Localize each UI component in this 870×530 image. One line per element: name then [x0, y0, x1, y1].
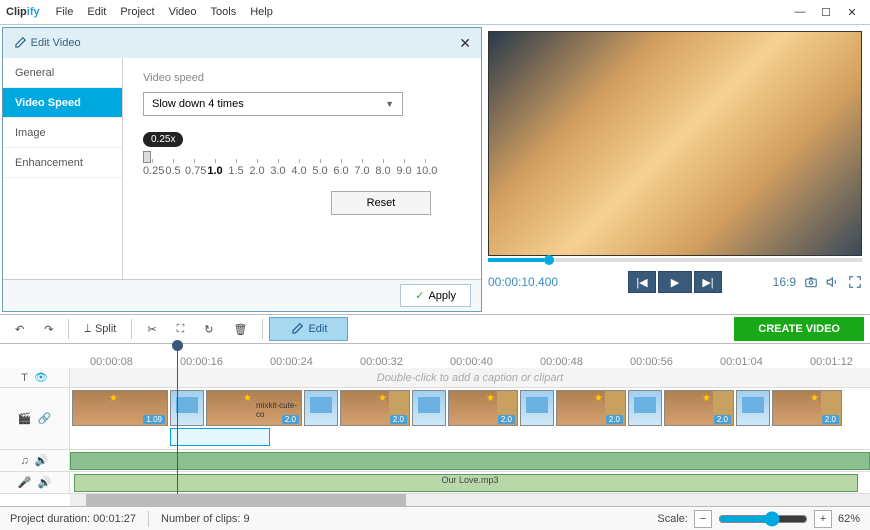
scale-label: Scale:: [657, 513, 688, 525]
transition-5[interactable]: [628, 390, 662, 426]
audio-clip-name: Our Love.mp3: [441, 475, 498, 485]
menu-help[interactable]: Help: [250, 6, 273, 18]
menu-tools[interactable]: Tools: [211, 6, 237, 18]
clips-value: 9: [244, 513, 250, 525]
video-speed-label: Video speed: [143, 72, 461, 84]
crop-button[interactable]: ⛶: [168, 318, 194, 341]
edit-video-panel: Edit Video ✕ General Video Speed Image E…: [2, 27, 482, 312]
audio-track-2: 🎤 🔊 Our Love.mp3: [0, 472, 870, 494]
camera-icon[interactable]: [804, 275, 818, 289]
create-video-button[interactable]: CREATE VIDEO: [734, 317, 864, 341]
text-track-icon: T: [21, 372, 28, 384]
video-track: 🎬 🔗 ★1.09 ★mixkit-cute-co2.0 ★2.0 ★2.0 ★…: [0, 388, 870, 450]
transition-2[interactable]: [304, 390, 338, 426]
next-button[interactable]: ▶|: [694, 271, 722, 293]
transition-6[interactable]: [736, 390, 770, 426]
transition-4[interactable]: [520, 390, 554, 426]
music-track-icon: ♫: [21, 455, 29, 467]
clip-6[interactable]: ★2.0: [664, 390, 734, 426]
check-icon: ✓: [415, 289, 424, 302]
edit-button[interactable]: Edit: [269, 317, 348, 341]
clip-3[interactable]: ★2.0: [340, 390, 410, 426]
maximize-button[interactable]: ☐: [814, 2, 838, 22]
menu-edit[interactable]: Edit: [87, 6, 106, 18]
tab-general[interactable]: General: [3, 58, 122, 88]
duration-value: 00:01:27: [93, 513, 136, 525]
speaker-icon[interactable]: 🔊: [38, 476, 52, 489]
tab-enhancement[interactable]: Enhancement: [3, 148, 122, 178]
clip-4[interactable]: ★2.0: [448, 390, 518, 426]
menu-bar: File Edit Project Video Tools Help: [56, 6, 273, 18]
clips-label: Number of clips:: [161, 513, 240, 525]
link-icon[interactable]: 🔗: [38, 412, 52, 425]
progress-bar[interactable]: [488, 258, 862, 262]
title-bar: Clipify File Edit Project Video Tools He…: [0, 0, 870, 24]
zoom-in-button[interactable]: +: [814, 510, 832, 528]
timeline-scrollbar[interactable]: [70, 494, 870, 506]
aspect-ratio[interactable]: 16:9: [773, 275, 796, 289]
menu-video[interactable]: Video: [169, 6, 197, 18]
close-window-button[interactable]: ✕: [840, 2, 864, 22]
clip-7[interactable]: ★2.0: [772, 390, 842, 426]
prev-button[interactable]: |◀: [628, 271, 656, 293]
zoom-slider[interactable]: [718, 511, 808, 527]
video-preview[interactable]: [488, 31, 862, 256]
audio-track-1: ♫🔊: [0, 450, 870, 472]
clip-5[interactable]: ★2.0: [556, 390, 626, 426]
app-logo: Clipify: [6, 6, 40, 18]
slider-thumb[interactable]: [143, 151, 151, 163]
apply-button[interactable]: ✓Apply: [400, 284, 471, 307]
video-track-body[interactable]: ★1.09 ★mixkit-cute-co2.0 ★2.0 ★2.0 ★2.0 …: [70, 388, 870, 449]
menu-project[interactable]: Project: [120, 6, 154, 18]
split-button[interactable]: ⟘Split: [75, 318, 125, 341]
scale-value: 62%: [838, 513, 860, 525]
speed-bubble: 0.25x: [143, 132, 183, 147]
minimize-button[interactable]: —: [788, 2, 812, 22]
audio2-body[interactable]: Our Love.mp3: [70, 472, 870, 493]
speed-select[interactable]: Slow down 4 times ▼: [143, 92, 403, 116]
duration-label: Project duration:: [10, 513, 90, 525]
video-track-icon: 🎬: [18, 412, 32, 425]
menu-file[interactable]: File: [56, 6, 74, 18]
mic-track-icon: 🎤: [18, 476, 32, 489]
tab-video-speed[interactable]: Video Speed: [3, 88, 122, 118]
speed-slider[interactable]: [143, 151, 461, 163]
rotate-button[interactable]: ↻: [195, 318, 222, 341]
reset-button[interactable]: Reset: [331, 191, 431, 215]
selection-rect[interactable]: [170, 428, 270, 446]
visibility-icon[interactable]: 👁: [34, 371, 48, 384]
zoom-out-button[interactable]: −: [694, 510, 712, 528]
edit-icon: [13, 36, 27, 50]
progress-thumb[interactable]: [544, 255, 554, 265]
speed-select-value: Slow down 4 times: [152, 98, 244, 110]
text-track: T 👁 Double-click to add a caption or cli…: [0, 368, 870, 388]
tab-image[interactable]: Image: [3, 118, 122, 148]
status-bar: Project duration: 00:01:27 Number of cli…: [0, 506, 870, 530]
redo-button[interactable]: ↷: [35, 318, 62, 341]
preview-pane: 00:00:10.400 |◀ ▶ ▶| 16:9: [484, 25, 870, 314]
undo-button[interactable]: ↶: [6, 318, 33, 341]
time-ruler[interactable]: 00:00:08 00:00:16 00:00:24 00:00:32 00:0…: [0, 344, 870, 368]
delete-button[interactable]: 🗑: [225, 318, 257, 341]
play-button[interactable]: ▶: [658, 271, 692, 293]
timeline: 00:00:08 00:00:16 00:00:24 00:00:32 00:0…: [0, 344, 870, 506]
text-track-body[interactable]: Double-click to add a caption or clipart: [70, 368, 870, 387]
dropdown-arrow-icon: ▼: [385, 99, 394, 109]
audio1-body[interactable]: [70, 450, 870, 471]
cut-button[interactable]: ✂: [138, 318, 165, 341]
slider-scale: 0.250.50.751.01.52.03.04.05.06.07.08.09.…: [143, 165, 461, 177]
clip-1[interactable]: ★1.09: [72, 390, 168, 426]
preview-timestamp: 00:00:10.400: [488, 275, 558, 289]
transition-1[interactable]: [170, 390, 204, 426]
volume-icon[interactable]: [826, 275, 840, 289]
fullscreen-icon[interactable]: [848, 275, 862, 289]
clip-2[interactable]: ★mixkit-cute-co2.0: [206, 390, 302, 426]
playhead[interactable]: [177, 344, 178, 494]
transition-3[interactable]: [412, 390, 446, 426]
speaker-icon[interactable]: 🔊: [35, 454, 49, 467]
edit-panel-title: Edit Video: [31, 37, 81, 49]
toolbar: ↶ ↷ ⟘Split ✂ ⛶ ↻ 🗑 Edit CREATE VIDEO: [0, 314, 870, 344]
close-panel-button[interactable]: ✕: [459, 35, 471, 52]
